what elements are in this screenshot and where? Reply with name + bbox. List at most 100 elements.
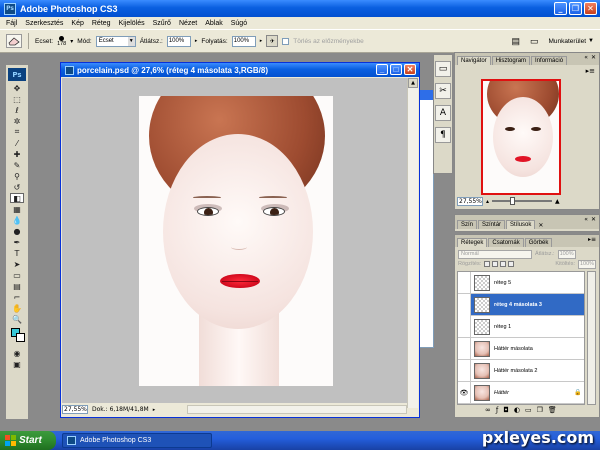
menu-image[interactable]: Kép: [71, 20, 83, 27]
slider-arrow-icon[interactable]: ▸: [260, 38, 263, 44]
paragraph-palette-icon[interactable]: ¶: [435, 127, 451, 143]
workspace-menu-button[interactable]: Munkaterület ▼: [548, 38, 594, 45]
link-layers-icon[interactable]: ∞: [485, 406, 491, 414]
delete-layer-icon[interactable]: 🗑: [548, 406, 557, 414]
taskbar-item-photoshop[interactable]: Adobe Photoshop CS3: [62, 433, 212, 448]
doc-maximize-button[interactable]: □: [390, 64, 402, 75]
tab-curves[interactable]: Görbék: [524, 238, 553, 247]
tab-channels[interactable]: Csatornák: [488, 238, 524, 247]
visibility-toggle[interactable]: [458, 359, 471, 382]
move-tool-icon[interactable]: ✥: [10, 83, 24, 93]
navigator-zoom-slider[interactable]: [492, 197, 553, 205]
type-tool-icon[interactable]: T: [10, 248, 24, 258]
chevron-down-icon[interactable]: ▾: [70, 38, 73, 45]
menu-edit[interactable]: Szerkesztés: [25, 20, 63, 27]
layer-row-selected[interactable]: réteg 4 másolata 3: [458, 293, 584, 316]
visibility-toggle[interactable]: [458, 337, 471, 360]
visibility-toggle[interactable]: 👁: [458, 381, 471, 404]
adjustment-layer-icon[interactable]: ◐: [514, 406, 520, 414]
menu-file[interactable]: Fájl: [6, 20, 17, 27]
scroll-up-icon[interactable]: ▲: [408, 78, 418, 88]
menu-window[interactable]: Ablak: [205, 20, 223, 27]
brushes-palette-icon[interactable]: ▭: [435, 61, 451, 77]
menu-view[interactable]: Nézet: [179, 20, 197, 27]
panel-menu-icon[interactable]: ▸≡: [586, 67, 595, 75]
layer-style-icon[interactable]: ƒ: [496, 406, 498, 414]
slider-thumb[interactable]: [510, 197, 516, 205]
marquee-tool-icon[interactable]: ⬚: [10, 94, 24, 104]
menu-select[interactable]: Kijelölés: [119, 20, 145, 27]
character-palette-icon[interactable]: A: [435, 105, 451, 121]
restore-button[interactable]: ❐: [569, 2, 582, 15]
visibility-toggle[interactable]: [458, 315, 471, 338]
navigator-zoom-field[interactable]: 27,55%: [457, 196, 483, 206]
new-layer-icon[interactable]: ❐: [537, 406, 543, 414]
visibility-toggle[interactable]: [458, 293, 471, 316]
hand-tool-icon[interactable]: ✋: [10, 303, 24, 313]
minimize-button[interactable]: _: [554, 2, 567, 15]
flow-field[interactable]: 100%: [231, 35, 256, 47]
brush-tool-icon[interactable]: ✎: [10, 160, 24, 170]
layer-row[interactable]: 👁 Háttér 🔒: [458, 381, 584, 404]
path-selection-tool-icon[interactable]: ➤: [10, 259, 24, 269]
document-horizontal-scrollbar[interactable]: [187, 405, 407, 414]
layer-row[interactable]: réteg 5: [458, 272, 584, 294]
erase-to-history-checkbox[interactable]: [282, 37, 290, 45]
navigator-thumbnail[interactable]: [481, 79, 561, 195]
layer-row[interactable]: réteg 1: [458, 315, 584, 338]
clone-stamp-tool-icon[interactable]: ⚲: [10, 171, 24, 181]
tab-styles[interactable]: Stílusok: [506, 220, 536, 229]
visibility-toggle[interactable]: [458, 272, 471, 294]
portrait-image[interactable]: [139, 96, 333, 386]
opacity-field[interactable]: 100%: [166, 35, 191, 47]
printer-icon[interactable]: ▭: [530, 36, 539, 47]
tab-close-icon[interactable]: ✕: [538, 222, 543, 229]
secondary-document-window[interactable]: [418, 90, 434, 348]
layer-row[interactable]: Háttér másolata 2: [458, 359, 584, 382]
eraser-tool-icon[interactable]: ◧: [10, 193, 24, 203]
zoom-tool-icon[interactable]: 🔍: [10, 314, 24, 324]
background-color-swatch[interactable]: [16, 333, 25, 342]
lock-all-icon[interactable]: [508, 261, 515, 267]
gradient-tool-icon[interactable]: ▦: [10, 204, 24, 214]
menu-help[interactable]: Súgó: [231, 20, 247, 27]
pen-tool-icon[interactable]: ✒: [10, 237, 24, 247]
slider-arrow-icon[interactable]: ▸: [195, 38, 198, 44]
notes-tool-icon[interactable]: ▤: [10, 281, 24, 291]
tab-info[interactable]: Információ: [531, 56, 568, 65]
layer-mask-icon[interactable]: ◘: [503, 406, 509, 414]
menu-layer[interactable]: Réteg: [92, 20, 111, 27]
zoom-out-icon[interactable]: ▴: [486, 198, 489, 205]
document-zoom-field[interactable]: 27,55%: [62, 405, 88, 414]
document-titlebar[interactable]: porcelain.psd @ 27,6% (réteg 4 másolata …: [61, 63, 419, 77]
fill-field[interactable]: 100%: [578, 259, 596, 269]
document-canvas[interactable]: [62, 78, 407, 403]
tab-layers[interactable]: Rétegek: [457, 238, 488, 247]
crop-tool-icon[interactable]: ⌗: [10, 127, 24, 137]
tab-color[interactable]: Szín: [457, 220, 478, 229]
layer-opacity-field[interactable]: 100%: [557, 249, 576, 259]
document-vertical-scrollbar[interactable]: ▲: [407, 78, 418, 408]
slice-tool-icon[interactable]: ⁄: [10, 138, 24, 148]
panel-close-icon[interactable]: ✕: [591, 54, 596, 61]
doc-minimize-button[interactable]: _: [376, 64, 388, 75]
brush-picker[interactable]: 178: [57, 35, 66, 47]
doc-close-button[interactable]: ✕: [404, 64, 416, 75]
airbrush-button[interactable]: ✈: [266, 35, 279, 47]
panel-close-icon[interactable]: ✕: [591, 216, 596, 223]
menu-filter[interactable]: Szűrő: [153, 20, 171, 27]
photoshop-logo[interactable]: Ps: [8, 68, 26, 81]
lock-image-icon[interactable]: [492, 261, 499, 267]
lock-transparency-icon[interactable]: [484, 261, 491, 267]
eraser-tool-preset-picker[interactable]: [6, 34, 22, 48]
lock-position-icon[interactable]: [500, 261, 507, 267]
layers-scrollbar[interactable]: [587, 271, 596, 405]
status-menu-arrow-icon[interactable]: ▸: [153, 407, 156, 413]
secondary-document-titlebar[interactable]: [418, 90, 434, 100]
history-brush-tool-icon[interactable]: ↺: [10, 182, 24, 192]
start-button[interactable]: Start: [0, 431, 56, 450]
quick-mask-icon[interactable]: ◉: [10, 348, 24, 358]
close-button[interactable]: ✕: [584, 2, 597, 15]
blend-mode-select[interactable]: Normál: [458, 249, 532, 259]
tab-histogram[interactable]: Hisztogram: [491, 56, 531, 65]
